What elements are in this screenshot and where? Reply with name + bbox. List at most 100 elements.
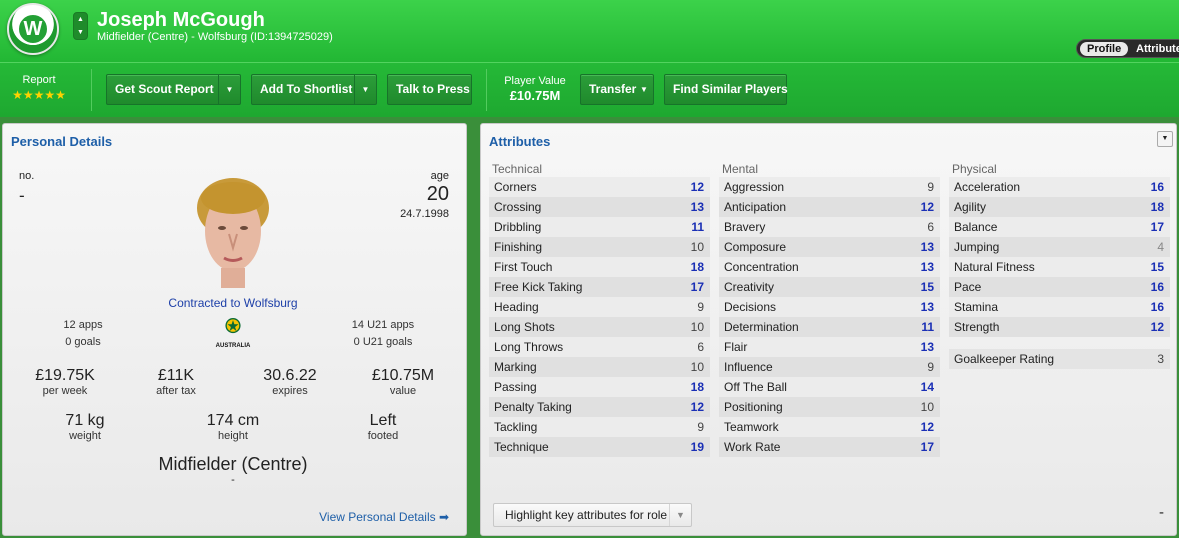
- attribute-row[interactable]: First Touch 18: [489, 257, 710, 277]
- attribute-row[interactable]: Creativity 15: [719, 277, 940, 297]
- attribute-row[interactable]: Acceleration 16: [949, 177, 1170, 197]
- attribute-value: 18: [1150, 200, 1164, 214]
- attribute-row[interactable]: Determination 11: [719, 317, 940, 337]
- attribute-row[interactable]: Pace 16: [949, 277, 1170, 297]
- panel-title: Attributes: [489, 134, 551, 149]
- chevron-down-icon[interactable]: ▼: [635, 75, 653, 104]
- attribute-name: Passing: [494, 380, 537, 394]
- attribute-name: Stamina: [954, 300, 999, 314]
- get-scout-report-label: Get Scout Report: [115, 82, 214, 96]
- chevron-down-icon[interactable]: ▼: [218, 75, 240, 104]
- player-name: Joseph McGough: [97, 9, 265, 31]
- physical-heading: Physical: [952, 162, 997, 176]
- age-value: 20: [426, 183, 449, 205]
- attribute-value: 13: [690, 200, 704, 214]
- attribute-value: 12: [920, 200, 934, 214]
- transfer-button[interactable]: Transfer ▼: [580, 74, 654, 105]
- attribute-row[interactable]: Corners 12: [489, 177, 710, 197]
- attribute-row[interactable]: Crossing 13: [489, 197, 710, 217]
- player-nav-arrows[interactable]: ▲ ▼: [73, 12, 88, 40]
- attribute-value: 12: [920, 420, 934, 434]
- goalkeeper-rating-value: 3: [1157, 352, 1164, 366]
- attribute-value: 18: [690, 380, 704, 394]
- attribute-value: 15: [1150, 260, 1164, 274]
- attribute-row[interactable]: Balance 17: [949, 217, 1170, 237]
- apps-count: 12 apps: [63, 319, 103, 331]
- attribute-row[interactable]: Decisions 13: [719, 297, 940, 317]
- attribute-row[interactable]: Off The Ball 14: [719, 377, 940, 397]
- attribute-row[interactable]: Strength 12: [949, 317, 1170, 337]
- tab-attributes[interactable]: Attributes: [1136, 42, 1179, 56]
- add-to-shortlist-button[interactable]: Add To Shortlist ▼: [251, 74, 377, 105]
- attribute-row[interactable]: Bravery 6: [719, 217, 940, 237]
- u21-apps-count: 14 U21 apps: [351, 319, 415, 331]
- attribute-row[interactable]: Long Shots 10: [489, 317, 710, 337]
- get-scout-report-button[interactable]: Get Scout Report ▼: [106, 74, 241, 105]
- mental-column: Mental Aggression 9 Anticipation 12 Bravery 6…: [719, 162, 940, 457]
- attribute-row[interactable]: Jumping 4: [949, 237, 1170, 257]
- preferred-foot-value: Left: [369, 412, 397, 429]
- arrow-down-icon[interactable]: ▼: [74, 26, 87, 39]
- attribute-row[interactable]: Aggression 9: [719, 177, 940, 197]
- highlight-attributes-select[interactable]: Highlight key attributes for role ▼: [493, 503, 692, 527]
- nation-label: AUSTRALIA: [215, 343, 251, 349]
- panel-menu-chevron-icon[interactable]: ▼: [1157, 131, 1173, 147]
- attribute-row[interactable]: Teamwork 12: [719, 417, 940, 437]
- attribute-row[interactable]: Work Rate 17: [719, 437, 940, 457]
- weight-label: weight: [69, 430, 101, 442]
- attribute-row[interactable]: Free Kick Taking 17: [489, 277, 710, 297]
- find-similar-players-button[interactable]: Find Similar Players: [664, 74, 788, 105]
- position-title: Midfielder (Centre): [158, 454, 308, 474]
- attribute-row[interactable]: Concentration 13: [719, 257, 940, 277]
- attribute-value: 13: [920, 300, 934, 314]
- attribute-row[interactable]: Composure 13: [719, 237, 940, 257]
- wage-value: £19.75K: [35, 367, 95, 384]
- attribute-row[interactable]: Anticipation 12: [719, 197, 940, 217]
- weight-value: 71 kg: [65, 412, 105, 429]
- attribute-name: Anticipation: [724, 200, 787, 214]
- attribute-name: Crossing: [494, 200, 542, 214]
- transfer-label: Transfer: [589, 82, 637, 96]
- attribute-value: 4: [1157, 240, 1164, 254]
- club-badge-letter: W: [17, 13, 49, 45]
- chevron-down-icon[interactable]: ▼: [354, 75, 376, 104]
- attribute-row[interactable]: Natural Fitness 15: [949, 257, 1170, 277]
- attribute-name: Off The Ball: [724, 380, 787, 394]
- attribute-name: First Touch: [494, 260, 553, 274]
- attribute-row[interactable]: Technique 19: [489, 437, 710, 457]
- attribute-row[interactable]: Long Throws 6: [489, 337, 710, 357]
- contract-link[interactable]: Contracted to Wolfsburg: [133, 296, 333, 310]
- attribute-value: 12: [1150, 320, 1164, 334]
- talk-to-press-button[interactable]: Talk to Press: [387, 74, 472, 105]
- tab-profile[interactable]: Profile: [1080, 42, 1129, 56]
- attribute-value: 9: [697, 300, 704, 314]
- attribute-name: Strength: [954, 320, 1000, 334]
- toolbar-divider: [91, 69, 92, 111]
- attribute-row[interactable]: Stamina 16: [949, 297, 1170, 317]
- report-rating[interactable]: Report ★★★★★: [0, 74, 78, 102]
- attribute-row[interactable]: Passing 18: [489, 377, 710, 397]
- attribute-value: 16: [1150, 300, 1164, 314]
- attribute-row[interactable]: Influence 9: [719, 357, 940, 377]
- attribute-value: 18: [690, 260, 704, 274]
- chevron-down-icon: ▼: [669, 504, 691, 526]
- contract-expiry-value: 30.6.22: [263, 367, 317, 384]
- attribute-row[interactable]: Positioning 10: [719, 397, 940, 417]
- attribute-row[interactable]: Agility 18: [949, 197, 1170, 217]
- attribute-row[interactable]: Tackling 9: [489, 417, 710, 437]
- attribute-row[interactable]: Flair 13: [719, 337, 940, 357]
- player-value-block: Player Value £10.75M: [496, 75, 574, 103]
- physical-column: Physical Acceleration 16 Agility 18 Balance 1…: [949, 162, 1170, 369]
- attribute-name: Determination: [724, 320, 799, 334]
- view-personal-details-link[interactable]: View Personal Details ➡: [319, 510, 449, 524]
- attribute-row[interactable]: Finishing 10: [489, 237, 710, 257]
- attribute-row[interactable]: Penalty Taking 12: [489, 397, 710, 417]
- attribute-row[interactable]: Marking 10: [489, 357, 710, 377]
- nation-flag-icon[interactable]: AUSTRALIA: [213, 318, 253, 350]
- arrow-up-icon[interactable]: ▲: [74, 13, 87, 26]
- attribute-row[interactable]: Heading 9: [489, 297, 710, 317]
- club-badge-icon[interactable]: W: [7, 3, 59, 55]
- player-subtitle: Midfielder (Centre) - Wolfsburg (ID:1394…: [97, 31, 333, 43]
- attribute-row[interactable]: Dribbling 11: [489, 217, 710, 237]
- attribute-name: Dribbling: [494, 220, 542, 234]
